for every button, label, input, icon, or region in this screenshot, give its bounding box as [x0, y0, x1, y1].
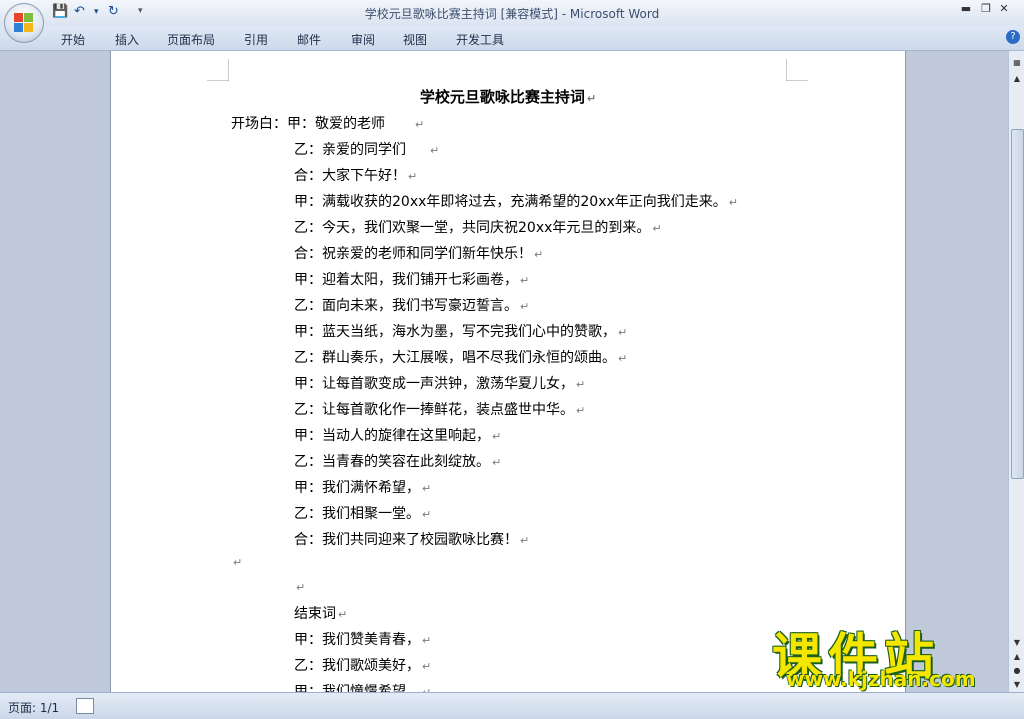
minimize-icon[interactable]: ▬: [958, 2, 974, 16]
window-title: 学校元旦歌咏比赛主持词 [兼容模式] - Microsoft Word: [364, 7, 660, 21]
tab-developer[interactable]: 开发工具: [456, 31, 504, 48]
office-button[interactable]: [4, 3, 44, 43]
line-9: 甲：蓝天当纸，海水为墨，写不完我们心中的赞歌， ↵: [294, 324, 628, 340]
paragraph-mark: ↵: [586, 92, 597, 105]
line-5: 乙：今天，我们欢聚一堂，共同庆祝20xx年元旦的到来。 ↵: [294, 220, 662, 236]
previous-page-icon[interactable]: ▲: [1010, 651, 1024, 663]
tab-insert[interactable]: 插入: [115, 31, 139, 48]
line-2: 乙：亲爱的同学们 ↵: [294, 142, 440, 158]
line-6: 合：祝亲爱的老师和同学们新年快乐！ ↵: [294, 246, 544, 262]
line-19-empty: ↵: [296, 581, 306, 594]
close-icon[interactable]: ✕: [996, 2, 1012, 16]
document-title: 学校元旦歌咏比赛主持词 ↵: [419, 88, 597, 106]
line-17: 合：我们共同迎来了校园歌咏比赛！ ↵: [294, 532, 530, 548]
restore-icon[interactable]: ❐: [978, 2, 994, 16]
status-bar: 页面: 1/1: [0, 692, 1024, 719]
tab-page-layout[interactable]: 页面布局: [167, 31, 215, 48]
line-1: 开场白：甲：敬爱的老师 ↵: [231, 116, 425, 132]
tab-review[interactable]: 审阅: [351, 31, 375, 48]
line-7: 甲：迎着太阳，我们铺开七彩画卷， ↵: [294, 272, 530, 288]
scroll-up-icon[interactable]: ▲: [1010, 73, 1024, 85]
proofing-icon[interactable]: [76, 698, 94, 714]
next-page-icon[interactable]: ▼: [1010, 679, 1024, 691]
line-13: 甲：当动人的旋律在这里响起， ↵: [294, 428, 502, 444]
margin-corner-top-left: [207, 59, 229, 81]
line-15: 甲：我们满怀希望， ↵: [294, 480, 432, 496]
line-12: 乙：让每首歌化作一捧鲜花，装点盛世中华。 ↵: [294, 402, 586, 418]
page-counter[interactable]: 页面: 1/1: [8, 699, 59, 716]
select-browse-object-icon[interactable]: ●: [1010, 665, 1024, 677]
view-ruler-icon[interactable]: ▦: [1010, 57, 1024, 69]
tab-home[interactable]: 开始: [61, 31, 85, 48]
help-icon[interactable]: ?: [1006, 30, 1020, 44]
line-16: 乙：我们相聚一堂。 ↵: [294, 506, 432, 522]
line-22: 乙：我们歌颂美好， ↵: [294, 658, 432, 674]
office-logo-icon: [14, 13, 34, 33]
tab-references[interactable]: 引用: [244, 31, 268, 48]
line-11: 甲：让每首歌变成一声洪钟，激荡华夏儿女， ↵: [294, 376, 586, 392]
line-10: 乙：群山奏乐，大江展喉，唱不尽我们永恒的颂曲。 ↵: [294, 350, 628, 366]
scroll-thumb[interactable]: [1011, 129, 1024, 479]
scroll-down-icon[interactable]: ▼: [1010, 637, 1024, 649]
tab-view[interactable]: 视图: [403, 31, 427, 48]
margin-corner-top-right: [786, 59, 808, 81]
title-bar: 💾 ↶ ▾ ↻ ▾ 学校元旦歌咏比赛主持词 [兼容模式] - Microsoft…: [0, 0, 1024, 26]
line-20: 结束词 ↵: [294, 606, 348, 622]
line-18-empty: ↵: [233, 556, 243, 569]
line-3: 合：大家下午好！ ↵: [294, 168, 418, 184]
vertical-scrollbar[interactable]: ▦ ▲ ▼ ▲ ● ▼: [1008, 51, 1024, 692]
document-workspace: 学校元旦歌咏比赛主持词 ↵ 开场白：甲：敬爱的老师 ↵ 乙：亲爱的同学们 ↵ 合：大家…: [0, 51, 1008, 692]
line-14: 乙：当青春的笑容在此刻绽放。 ↵: [294, 454, 502, 470]
tab-mailings[interactable]: 邮件: [297, 31, 321, 48]
ribbon-tabs: 开始 插入 页面布局 引用 邮件 审阅 视图 开发工具 ?: [0, 26, 1024, 51]
line-8: 乙：面向未来，我们书写豪迈誓言。 ↵: [294, 298, 530, 314]
document-page[interactable]: 学校元旦歌咏比赛主持词 ↵ 开场白：甲：敬爱的老师 ↵ 乙：亲爱的同学们 ↵ 合：大家…: [110, 51, 906, 692]
line-21: 甲：我们赞美青春， ↵: [294, 632, 432, 648]
line-4: 甲：满载收获的20xx年即将过去，充满希望的20xx年正向我们走来。 ↵: [294, 194, 738, 210]
line-23: 甲：我们憧憬希望，↵: [294, 684, 431, 692]
